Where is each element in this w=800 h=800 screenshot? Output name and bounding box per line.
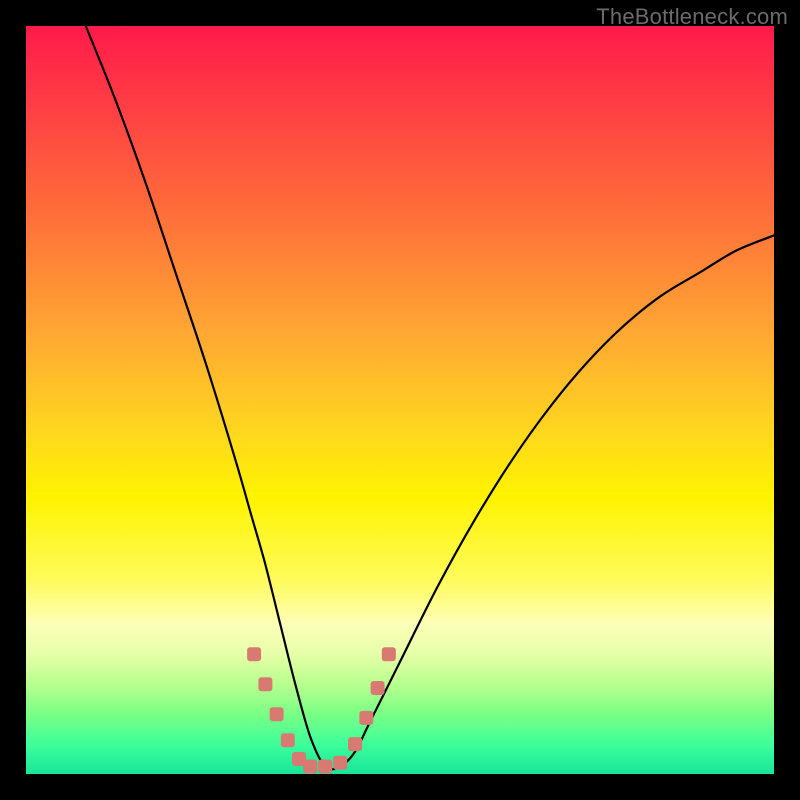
valley-marker bbox=[371, 681, 385, 695]
valley-marker bbox=[318, 760, 332, 774]
valley-marker bbox=[270, 707, 284, 721]
bottleneck-curve bbox=[86, 26, 774, 769]
chart-svg bbox=[0, 0, 800, 800]
valley-marker bbox=[382, 647, 396, 661]
valley-marker bbox=[247, 647, 261, 661]
valley-marker bbox=[359, 711, 373, 725]
watermark-text: TheBottleneck.com bbox=[596, 4, 788, 30]
valley-markers bbox=[247, 647, 396, 773]
valley-marker bbox=[258, 677, 272, 691]
valley-marker bbox=[333, 756, 347, 770]
valley-marker bbox=[281, 733, 295, 747]
valley-marker bbox=[348, 737, 362, 751]
valley-marker bbox=[303, 760, 317, 774]
